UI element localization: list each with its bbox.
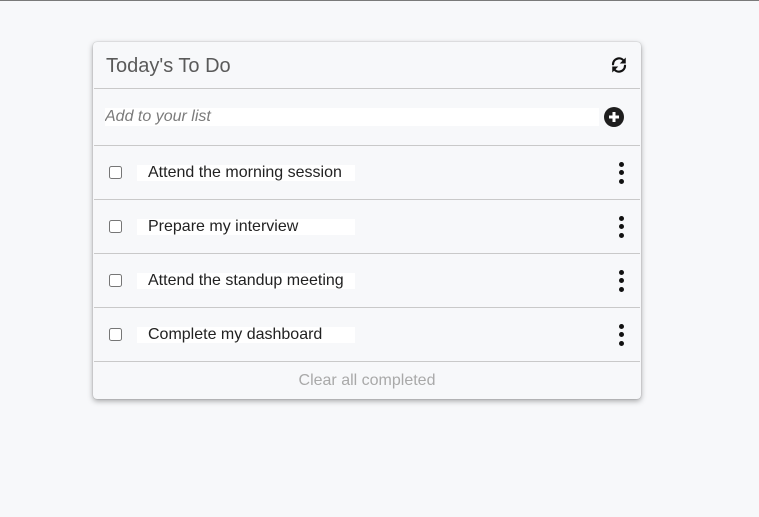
todo-header: Today's To Do: [94, 42, 640, 89]
todo-card: Today's To Do Attend the morning session: [93, 42, 641, 399]
list-item: Attend the morning session: [94, 146, 640, 200]
list-item: Complete my dashboard: [94, 308, 640, 362]
page-title: Today's To Do: [106, 54, 231, 77]
item-checkbox[interactable]: [109, 220, 122, 233]
item-checkbox[interactable]: [109, 328, 122, 341]
item-checkbox[interactable]: [109, 166, 122, 179]
more-options-icon[interactable]: [616, 323, 626, 346]
more-options-icon[interactable]: [616, 215, 626, 238]
item-label[interactable]: Complete my dashboard: [137, 326, 355, 343]
more-options-icon[interactable]: [616, 269, 626, 292]
todo-list: Attend the morning session Prepare my in…: [94, 146, 640, 362]
todo-footer: Clear all completed: [93, 362, 641, 400]
refresh-icon[interactable]: [608, 54, 630, 76]
list-item: Attend the standup meeting: [94, 254, 640, 308]
item-label[interactable]: Attend the standup meeting: [137, 272, 355, 289]
item-label[interactable]: Prepare my interview: [137, 218, 355, 235]
add-item-row: [94, 89, 640, 146]
more-options-icon[interactable]: [616, 161, 626, 184]
add-item-input[interactable]: [105, 108, 599, 126]
list-item: Prepare my interview: [94, 200, 640, 254]
item-checkbox[interactable]: [109, 274, 122, 287]
plus-circle-icon[interactable]: [604, 107, 624, 127]
clear-completed-button[interactable]: Clear all completed: [299, 372, 436, 390]
item-label[interactable]: Attend the morning session: [137, 164, 355, 181]
